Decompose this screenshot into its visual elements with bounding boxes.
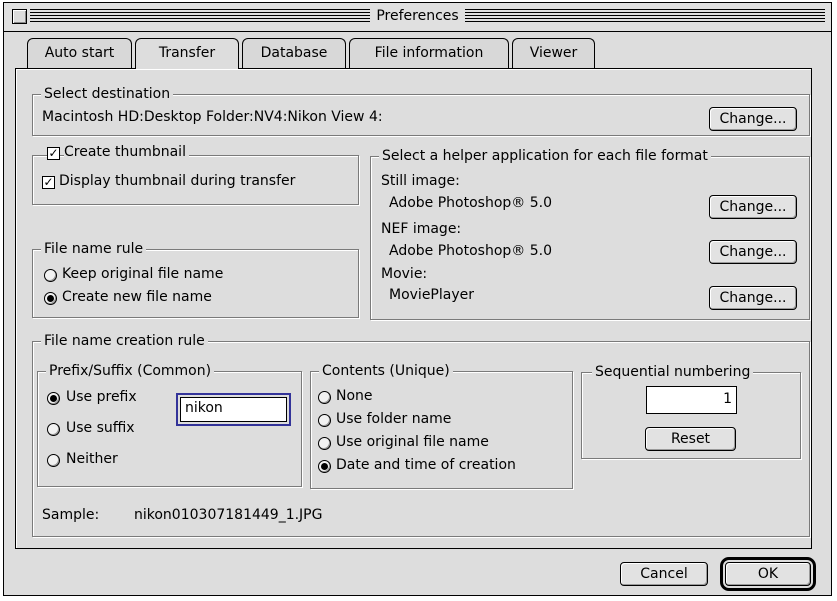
destination-path: Macintosh HD:Desktop Folder:NV4:Nikon Vi… [42, 109, 383, 125]
contents-group-title: Contents (Unique) [319, 362, 453, 380]
file-name-rule-group-title: File name rule [41, 240, 147, 258]
keep-original-label: Keep original file name [62, 266, 224, 282]
display-thumbnail-checkbox[interactable]: ✓ [42, 176, 55, 189]
create-new-radio[interactable] [44, 292, 57, 305]
helper-app-group-title: Select a helper application for each fil… [379, 147, 711, 165]
use-original-file-name-label: Use original file name [336, 434, 489, 450]
file-name-rule-group: File name rule [32, 240, 359, 318]
date-time-creation-radio[interactable] [318, 460, 331, 473]
tab-database[interactable]: Database [242, 38, 346, 68]
use-prefix-radio[interactable] [47, 392, 60, 405]
movie-label: Movie: [381, 266, 428, 282]
tab-transfer[interactable]: Transfer [135, 38, 239, 69]
neither-radio[interactable] [47, 454, 60, 467]
sample-label: Sample: [42, 507, 100, 523]
sample-value: nikon010307181449_1.JPG [134, 507, 323, 523]
sequential-number-input[interactable]: 1 [646, 386, 737, 414]
reset-button[interactable]: Reset [645, 427, 736, 451]
nef-image-label: NEF image: [381, 221, 462, 237]
prefix-input[interactable]: nikon [180, 397, 287, 422]
still-image-change-button[interactable]: Change... [709, 195, 797, 219]
contents-none-label: None [336, 388, 373, 404]
keep-original-radio[interactable] [44, 269, 57, 282]
destination-change-button[interactable]: Change... [709, 107, 797, 131]
still-image-label: Still image: [381, 173, 460, 189]
tab-auto-start[interactable]: Auto start [27, 38, 132, 68]
create-thumbnail-label: Create thumbnail [64, 144, 189, 160]
movie-change-button[interactable]: Change... [709, 286, 797, 310]
use-folder-name-radio[interactable] [318, 414, 331, 427]
display-thumbnail-label: Display thumbnail during transfer [59, 173, 296, 189]
tab-viewer[interactable]: Viewer [512, 38, 595, 68]
destination-group-title: Select destination [41, 85, 174, 103]
use-suffix-label: Use suffix [66, 420, 135, 436]
neither-label: Neither [66, 451, 118, 467]
window-title: Preferences [370, 8, 465, 24]
sequential-numbering-group-title: Sequential numbering [592, 363, 754, 381]
nef-image-change-button[interactable]: Change... [709, 240, 797, 264]
use-folder-name-label: Use folder name [336, 411, 452, 427]
use-suffix-radio[interactable] [47, 423, 60, 436]
prefix-suffix-group-title: Prefix/Suffix (Common) [46, 362, 215, 380]
movie-app: MoviePlayer [389, 287, 474, 303]
creation-rule-group-title: File name creation rule [41, 332, 208, 350]
nef-image-app: Adobe Photoshop® 5.0 [389, 243, 553, 259]
create-new-label: Create new file name [62, 289, 212, 305]
create-thumbnail-checkbox[interactable]: ✓ [47, 147, 60, 160]
contents-none-radio[interactable] [318, 391, 331, 404]
cancel-button[interactable]: Cancel [620, 562, 708, 586]
still-image-app: Adobe Photoshop® 5.0 [389, 195, 553, 211]
date-time-creation-label: Date and time of creation [336, 457, 516, 473]
use-prefix-label: Use prefix [66, 389, 137, 405]
tab-file-information[interactable]: File information [349, 38, 509, 68]
use-original-file-name-radio[interactable] [318, 437, 331, 450]
ok-button[interactable]: OK [720, 557, 816, 591]
title-bar[interactable]: Preferences [4, 3, 831, 32]
